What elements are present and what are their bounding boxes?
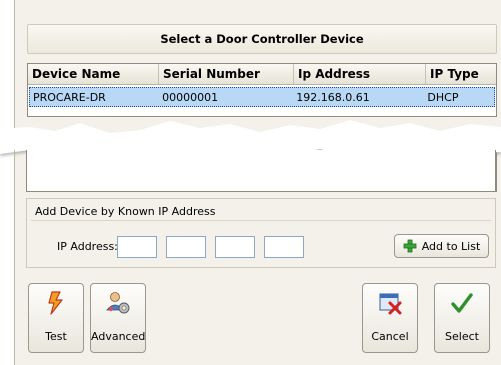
advanced-button-label: Advanced [91,330,146,343]
grid-header: Device Name Serial Number Ip Address IP … [28,64,496,85]
dialog-title: Select a Door Controller Device [27,24,497,54]
lightning-bolt-icon [48,291,63,315]
group-divider [31,220,491,221]
cell-ip-address: 192.168.0.61 [296,91,370,104]
cell-serial-number: 00000001 [162,91,219,104]
select-button-label: Select [445,330,479,343]
cancel-button-label: Cancel [371,330,409,343]
column-header-device-name[interactable]: Device Name [28,64,159,84]
checkmark-icon [451,293,473,313]
ip-octet-2-input[interactable] [166,236,206,258]
column-header-ip-address[interactable]: Ip Address [294,64,426,84]
add-to-list-label: Add to List [421,239,481,253]
cell-ip-type: DHCP [427,91,459,104]
cell-device-name: PROCARE-DR [33,91,106,104]
user-settings-icon [106,292,130,314]
advanced-button[interactable]: Advanced [90,283,146,353]
test-button[interactable]: Test [28,283,84,353]
ip-octet-1-input[interactable] [117,236,157,258]
device-grid[interactable]: Device Name Serial Number Ip Address IP … [27,63,497,117]
ip-address-label: IP Address: [57,240,118,253]
table-row[interactable]: PROCARE-DR 00000001 192.168.0.61 DHCP [29,87,495,107]
cancel-window-icon [379,293,402,315]
add-device-group: Add Device by Known IP Address IP Addres… [26,198,496,268]
ip-octet-4-input[interactable] [264,236,304,258]
column-header-serial-number[interactable]: Serial Number [159,64,294,84]
add-device-group-label: Add Device by Known IP Address [35,205,216,218]
column-header-ip-type[interactable]: IP Type [426,64,496,84]
select-button[interactable]: Select [434,283,490,353]
device-grid-empty-area[interactable] [26,150,496,192]
test-button-label: Test [45,330,67,343]
add-to-list-button[interactable]: Add to List [394,234,489,258]
plus-icon [403,239,417,253]
ip-octet-3-input[interactable] [215,236,255,258]
cancel-button[interactable]: Cancel [362,283,418,353]
